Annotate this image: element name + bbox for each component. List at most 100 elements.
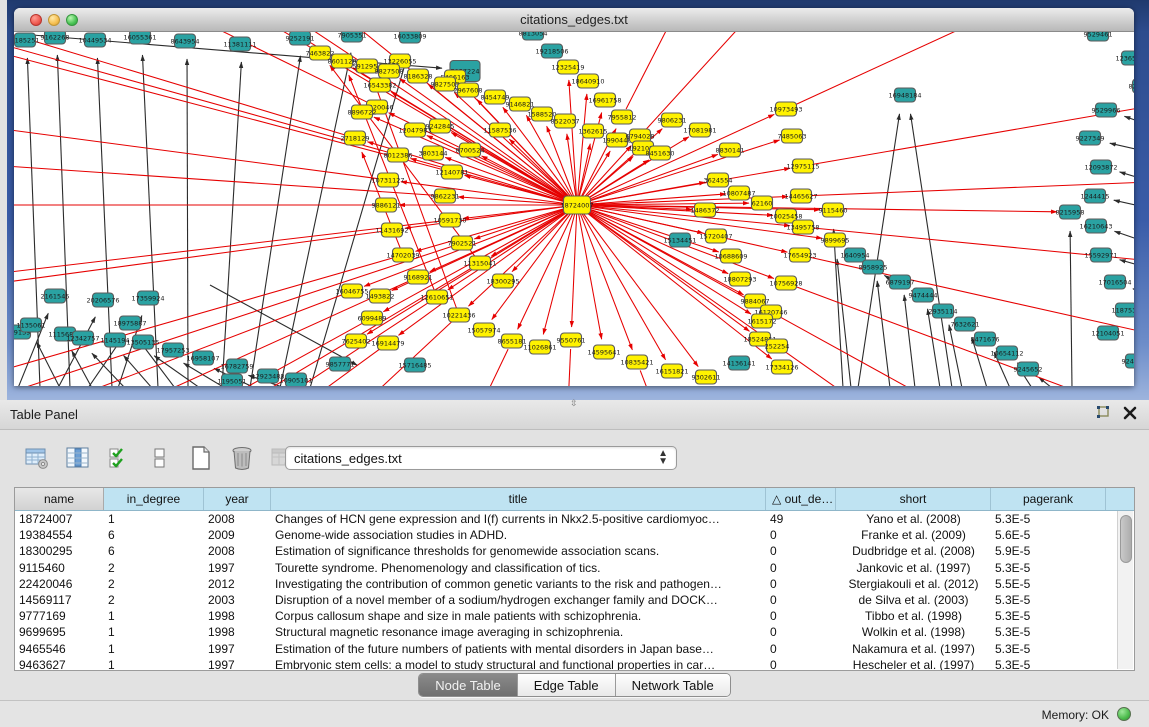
network-node-label: 16055361 (123, 33, 156, 41)
table-row[interactable]: 1938455462009Genome-wide association stu… (15, 527, 1134, 543)
network-node-label: 9827508 (375, 67, 404, 75)
column-header-pagerank[interactable]: pagerank (991, 488, 1106, 510)
column-header-out_degree[interactable]: △ out_de… (766, 488, 836, 510)
table-row[interactable]: 911546021997Tourette syndrome. Phenomeno… (15, 560, 1134, 576)
table-row[interactable]: 2242004622012Investigating the contribut… (15, 576, 1134, 592)
network-node-label: 13495758 (786, 223, 819, 231)
network-node-label: 17016504 (1098, 278, 1131, 286)
network-node-label: 9252191 (286, 34, 315, 42)
network-node-label: 1486372 (691, 206, 720, 214)
citation-edge-black (1124, 116, 1134, 125)
network-node-label: 1195051 (218, 377, 247, 385)
table-settings-icon[interactable] (22, 443, 52, 473)
table-tabs: Node TableEdge TableNetwork Table (0, 673, 1149, 697)
column-header-short[interactable]: short (836, 488, 991, 510)
network-node-label: 18640910 (571, 77, 604, 85)
network-node-label: 10449534 (78, 36, 111, 44)
network-node-label: 12325419 (551, 63, 584, 71)
network-node-label: 9899695 (821, 236, 850, 244)
select-all-columns-icon[interactable] (104, 443, 134, 473)
node-table-body: 1872400712008Changes of HCN gene express… (15, 511, 1134, 671)
cell-year: 2008 (204, 544, 271, 558)
network-node-label: 16033809 (393, 32, 426, 40)
network-node-label: 12610651 (420, 293, 453, 301)
network-node-label: 16914479 (371, 339, 404, 347)
table-scrollbar[interactable] (1117, 511, 1133, 669)
tab-edge-table[interactable]: Edge Table (518, 674, 616, 696)
network-window-titlebar[interactable]: citations_edges.txt (14, 8, 1134, 32)
cell-pagerank: 5.6E-5 (991, 528, 1106, 542)
network-node-label: 12342757 (66, 334, 99, 342)
network-node-label: 16151821 (655, 367, 688, 375)
table-row[interactable]: 969969511998Structural magnetic resonanc… (15, 624, 1134, 640)
network-node-label: 2161545 (41, 292, 70, 300)
table-row[interactable]: 946362711997Embryonic stem cells: a mode… (15, 657, 1134, 671)
panel-resize-handle[interactable]: ⇳ (570, 398, 578, 409)
close-icon[interactable] (1123, 406, 1137, 420)
cell-short: Jankovic et al. (1997) (836, 561, 991, 575)
table-panel-header: ⇳ Table Panel (0, 400, 1149, 430)
tab-node-table[interactable]: Node Table (419, 674, 518, 696)
cell-in_degree: 2 (104, 577, 204, 591)
network-node-label: 9529461 (1084, 32, 1113, 38)
network-node-label: 12975115 (786, 162, 819, 170)
cell-out_degree: 0 (766, 528, 836, 542)
column-chooser-icon[interactable] (63, 443, 93, 473)
table-scrollbar-thumb[interactable] (1120, 515, 1132, 563)
cell-pagerank: 5.3E-5 (991, 625, 1106, 639)
network-canvas[interactable]: 2185251916226810449534160553618643954113… (14, 32, 1134, 386)
network-node-label: 17359924 (131, 294, 164, 302)
network-node-label: 2185251 (14, 36, 39, 44)
network-node-label: 8012386 (384, 151, 413, 159)
node-table-header: namein_degreeyeartitle△ out_de…shortpage… (15, 488, 1134, 511)
cell-year: 1997 (204, 642, 271, 656)
memory-status-label: Memory: OK (1042, 708, 1109, 722)
citation-edge-black (949, 325, 962, 386)
citation-edge-black (1110, 143, 1134, 152)
cell-name: 9699695 (15, 625, 104, 639)
network-node-label: 14702039 (386, 251, 419, 259)
table-row[interactable]: 1456911722003Disruption of a novel membe… (15, 592, 1134, 608)
float-window-icon[interactable] (1095, 405, 1111, 421)
cell-title: Disruption of a novel member of a sodium… (271, 593, 766, 607)
network-node-label: 10756928 (769, 279, 802, 287)
tab-network-table[interactable]: Network Table (616, 674, 730, 696)
network-node-label: 16046755 (335, 287, 368, 295)
network-node-label: 9245211 (1122, 357, 1134, 365)
network-node-label: 15134451 (663, 236, 696, 244)
table-selector-dropdown[interactable]: citations_edges.txt ▲▼ (285, 446, 677, 470)
new-table-icon[interactable] (186, 443, 216, 473)
delete-column-trash-icon[interactable] (227, 443, 257, 473)
table-row[interactable]: 946554611997Estimation of the future num… (15, 641, 1134, 657)
cell-name: 9465546 (15, 642, 104, 656)
citation-edge-red (492, 205, 577, 320)
unselect-columns-icon[interactable] (145, 443, 175, 473)
network-node-label: 20206576 (86, 296, 119, 304)
network-node-label: 8643954 (171, 37, 200, 45)
dropdown-arrows-icon: ▲▼ (658, 450, 668, 466)
cell-out_degree: 0 (766, 561, 836, 575)
network-node-label: 9115460 (819, 206, 848, 214)
network-node-label: 12365411 (1115, 54, 1134, 62)
network-node-label: 1640954 (841, 251, 870, 259)
cell-title: Changes of HCN gene expression and I(f) … (271, 512, 766, 526)
network-node-label: 9227349 (1076, 134, 1105, 142)
cell-pagerank: 5.3E-5 (991, 512, 1106, 526)
cell-pagerank: 5.3E-5 (991, 593, 1106, 607)
network-node-label: 7902521 (448, 239, 477, 247)
network-node-label: 10654112 (990, 349, 1023, 357)
column-header-year[interactable]: year (204, 488, 271, 510)
column-header-name[interactable]: name (15, 488, 104, 510)
column-header-in_degree[interactable]: in_degree (104, 488, 204, 510)
table-row[interactable]: 1830029562008Estimation of significance … (15, 543, 1134, 559)
table-row[interactable]: 977716911998Corpus callosum shape and si… (15, 608, 1134, 624)
network-node-label: 2718129 (341, 134, 370, 142)
table-row[interactable]: 1872400712008Changes of HCN gene express… (15, 511, 1134, 527)
cell-short: Tibbo et al. (1998) (836, 609, 991, 623)
memory-ok-indicator-icon (1117, 707, 1131, 721)
network-node-label: 17654923 (783, 251, 816, 259)
column-header-title[interactable]: title (271, 488, 766, 510)
citation-edge-black (910, 114, 952, 386)
network-node-label: 8813054 (519, 32, 548, 37)
network-node-label: 10807487 (722, 189, 755, 197)
